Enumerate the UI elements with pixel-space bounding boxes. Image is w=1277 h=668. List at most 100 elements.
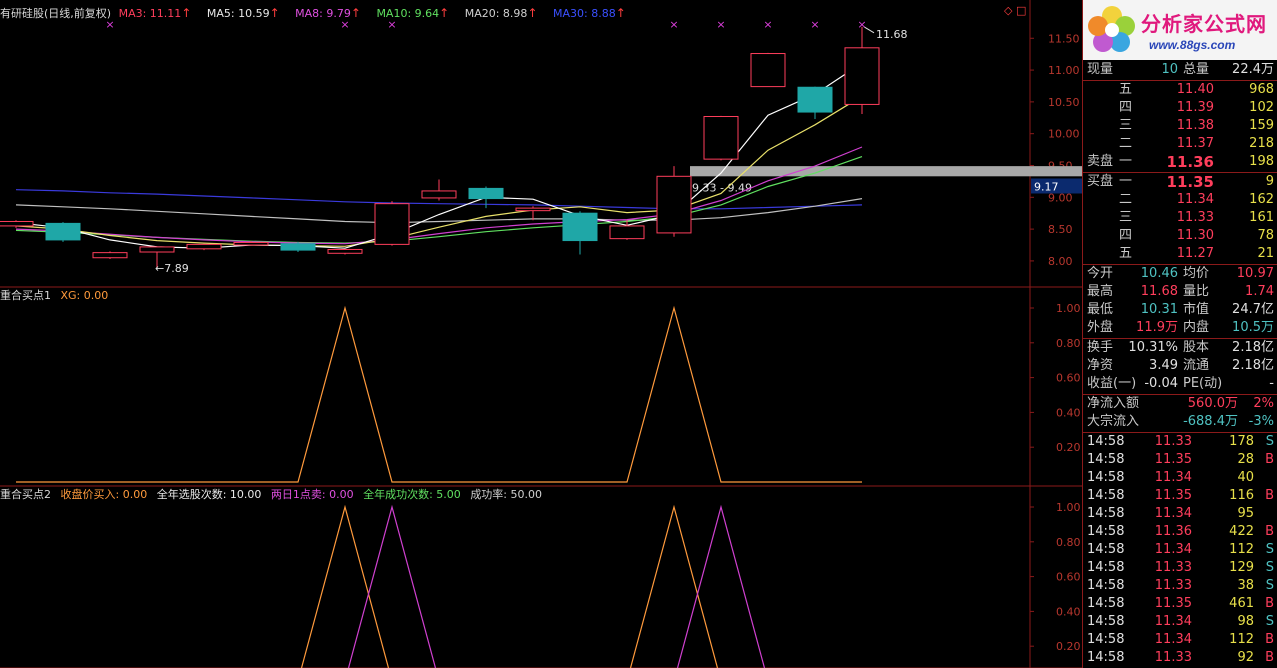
bid-level: 一 <box>1119 174 1133 189</box>
ma8-legend: MA8: 9.79↑ <box>295 6 361 20</box>
bid-volume: 9 <box>1265 174 1274 189</box>
ma5-arrow-icon: ↑ <box>269 6 280 20</box>
price-tick-label: 8.50 <box>1048 223 1073 236</box>
ask-label: 卖盘 <box>1087 154 1114 169</box>
candle-body <box>562 212 598 242</box>
ask-volume: 968 <box>1249 82 1274 97</box>
tick-row: 14:58 11.33 92 B <box>1083 649 1277 667</box>
tick-side: S <box>1265 542 1274 557</box>
tick-price: 11.33 <box>1154 578 1192 593</box>
stock-title: 有研硅股(日线,前复权) <box>0 7 112 20</box>
ask-volume: 102 <box>1249 100 1274 115</box>
tick-price: 11.33 <box>1154 560 1192 575</box>
candle-body <box>374 203 410 245</box>
tick-side: B <box>1265 452 1274 467</box>
info-label: 净资 <box>1087 358 1114 373</box>
ask-row: 五 11.40 968 <box>1083 81 1277 99</box>
signal-mark-icon: × <box>857 18 866 31</box>
tick-side: S <box>1265 614 1274 629</box>
indicator2-title: 重合买点2 <box>0 488 51 501</box>
tick-volume: 112 <box>1229 542 1254 557</box>
tick-time: 14:58 <box>1087 506 1125 521</box>
ask-price: 11.36 <box>1166 153 1214 171</box>
stat-row: 最高 11.68 量比 1.74 <box>1083 283 1277 301</box>
tick-row: 14:58 11.34 112 B <box>1083 631 1277 649</box>
bid-volume: 161 <box>1249 210 1274 225</box>
indicator2-series-0 <box>300 504 719 668</box>
tick-price: 11.33 <box>1154 650 1192 665</box>
candle-body <box>844 47 880 105</box>
indicator1-legend: 重合买点1 XG: 0.00 <box>0 287 114 305</box>
indicator1-title: 重合买点1 <box>0 289 51 302</box>
price-tick-label: 10.50 <box>1048 96 1080 109</box>
tick-side: B <box>1265 488 1274 503</box>
tick-side: S <box>1265 560 1274 575</box>
info-label: 收益(一) <box>1087 376 1137 391</box>
tick-row: 14:58 11.34 40 <box>1083 469 1277 487</box>
candle-body <box>421 190 457 199</box>
price-tick-label: 8.00 <box>1048 255 1073 268</box>
total-volume-value: 22.4万 <box>1232 62 1274 77</box>
price-tag-label: 9.17 <box>1034 180 1059 193</box>
window-control-icons[interactable]: ◇ □ <box>1004 4 1026 17</box>
indicator1-xg: XG: 0.00 <box>60 289 109 302</box>
main-legend: 有研硅股(日线,前复权) MA3: 11.11↑ MA5: 10.59↑ MA8… <box>0 4 638 22</box>
tick-volume: 461 <box>1229 596 1254 611</box>
tick-row: 14:58 11.36 422 B <box>1083 523 1277 541</box>
bid-level: 五 <box>1119 246 1133 261</box>
tick-row: 14:58 11.34 95 <box>1083 505 1277 523</box>
indicator1-series-0 <box>16 305 862 483</box>
tick-side: S <box>1265 578 1274 593</box>
indicator2-item2: 全年选股次数: 10.00 <box>156 488 262 501</box>
info-value: 2.18亿 <box>1232 358 1274 373</box>
tick-side: S <box>1265 434 1274 449</box>
indicator2-legend: 重合买点2 收盘价买入: 0.00 全年选股次数: 10.00 两日1点卖: 0… <box>0 486 548 504</box>
tick-time: 14:58 <box>1087 524 1125 539</box>
indicator2-tick-label: 0.40 <box>1056 605 1081 618</box>
ask-row: 三 11.38 159 <box>1083 117 1277 135</box>
flow-label: 大宗流入 <box>1087 414 1140 429</box>
tick-volume: 95 <box>1237 506 1254 521</box>
flow-value: 560.0万 <box>1187 396 1238 411</box>
bid-row: 五 11.27 21 <box>1083 245 1277 263</box>
tick-row: 14:58 11.33 38 S <box>1083 577 1277 595</box>
candle-body <box>139 246 175 253</box>
stat-label: 内盘 <box>1183 320 1210 335</box>
tick-volume: 92 <box>1237 650 1254 665</box>
now-volume-value: 10 <box>1161 62 1178 77</box>
stat-value: 10.5万 <box>1232 320 1274 335</box>
bid-volume: 162 <box>1249 192 1274 207</box>
info-value: 10.31% <box>1128 340 1178 355</box>
flow-label: 净流入额 <box>1087 396 1140 411</box>
chart-canvas[interactable]: 11.5011.0010.5010.009.509.008.508.009.33… <box>0 0 1082 668</box>
volume-row: 现量 10 总量 22.4万 <box>1083 61 1277 79</box>
tick-price: 11.34 <box>1154 506 1192 521</box>
ma-line-ma20 <box>15 198 863 224</box>
logo-title: 分析家公式网 <box>1141 12 1267 36</box>
candle-body <box>186 243 222 250</box>
flow-row: 净流入额 560.0万 2% <box>1083 395 1277 413</box>
tick-price: 11.34 <box>1154 542 1192 557</box>
indicator1-tick-label: 1.00 <box>1056 302 1081 315</box>
ma20-legend: MA20: 8.98↑ <box>464 6 538 20</box>
tick-row: 14:58 11.35 461 B <box>1083 595 1277 613</box>
site-logo[interactable]: 分析家公式网 www.88gs.com <box>1083 0 1277 60</box>
ask-row: 四 11.39 102 <box>1083 99 1277 117</box>
bid-label: 买盘 <box>1087 174 1114 189</box>
chart-area[interactable]: 11.50 11.00 10.50 10.00 9.50 9.00 8.50 8.00 9.33… <box>0 0 1082 668</box>
stat-value: 10.97 <box>1236 266 1274 281</box>
tick-time: 14:58 <box>1087 452 1125 467</box>
tick-time: 14:58 <box>1087 614 1125 629</box>
bid-row: 四 11.30 78 <box>1083 227 1277 245</box>
signal-mark-icon: × <box>810 18 819 31</box>
candle-body <box>468 187 504 200</box>
tick-volume: 98 <box>1237 614 1254 629</box>
indicator2-series-1 <box>347 504 766 668</box>
tick-row: 14:58 11.34 112 S <box>1083 541 1277 559</box>
info-label: PE(动) <box>1183 376 1223 391</box>
bid-row: 买盘一 11.35 9 <box>1083 173 1277 191</box>
tick-volume: 38 <box>1237 578 1254 593</box>
stat-value: 10.46 <box>1140 266 1178 281</box>
bid-level: 四 <box>1119 228 1133 243</box>
tick-side: B <box>1265 596 1274 611</box>
